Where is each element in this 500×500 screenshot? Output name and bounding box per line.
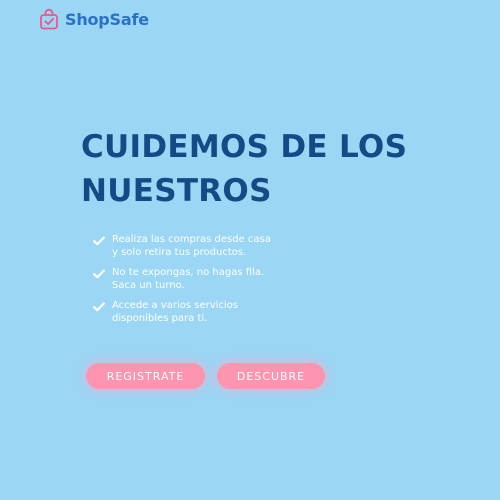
- brand-name[interactable]: ShopSafe: [65, 10, 149, 29]
- check-icon: [93, 236, 105, 246]
- feature-item: No te expongas, no hagas fila. Saca un t…: [93, 266, 271, 292]
- feature-text: No te expongas, no hagas fila. Saca un t…: [112, 266, 264, 292]
- feature-line: Realiza las compras desde casa: [112, 234, 271, 245]
- check-icon: [93, 302, 105, 312]
- hero-title: CUIDEMOS DE LOS NUESTROS: [81, 125, 481, 213]
- discover-button[interactable]: DESCUBRE: [217, 363, 325, 389]
- hero-title-line: CUIDEMOS DE LOS: [81, 129, 408, 165]
- register-button[interactable]: REGISTRATE: [86, 363, 205, 389]
- feature-line: No te expongas, no hagas fila.: [112, 267, 265, 278]
- shopping-bag-check-icon: [40, 8, 58, 30]
- feature-line: disponibles para ti.: [112, 313, 208, 324]
- hero-title-line: NUESTROS: [81, 173, 272, 209]
- feature-list: Realiza las compras desde casa y solo re…: [93, 233, 271, 332]
- feature-text: Accede a varios servicios disponibles pa…: [112, 299, 238, 325]
- feature-item: Realiza las compras desde casa y solo re…: [93, 233, 271, 259]
- header: ShopSafe: [39, 7, 149, 31]
- feature-text: Realiza las compras desde casa y solo re…: [112, 233, 271, 259]
- feature-line: Accede a varios servicios: [112, 300, 239, 311]
- feature-item: Accede a varios servicios disponibles pa…: [93, 299, 271, 325]
- feature-line: Saca un turno.: [112, 280, 185, 291]
- check-icon: [93, 269, 105, 279]
- feature-line: y solo retira tus productos.: [112, 247, 247, 258]
